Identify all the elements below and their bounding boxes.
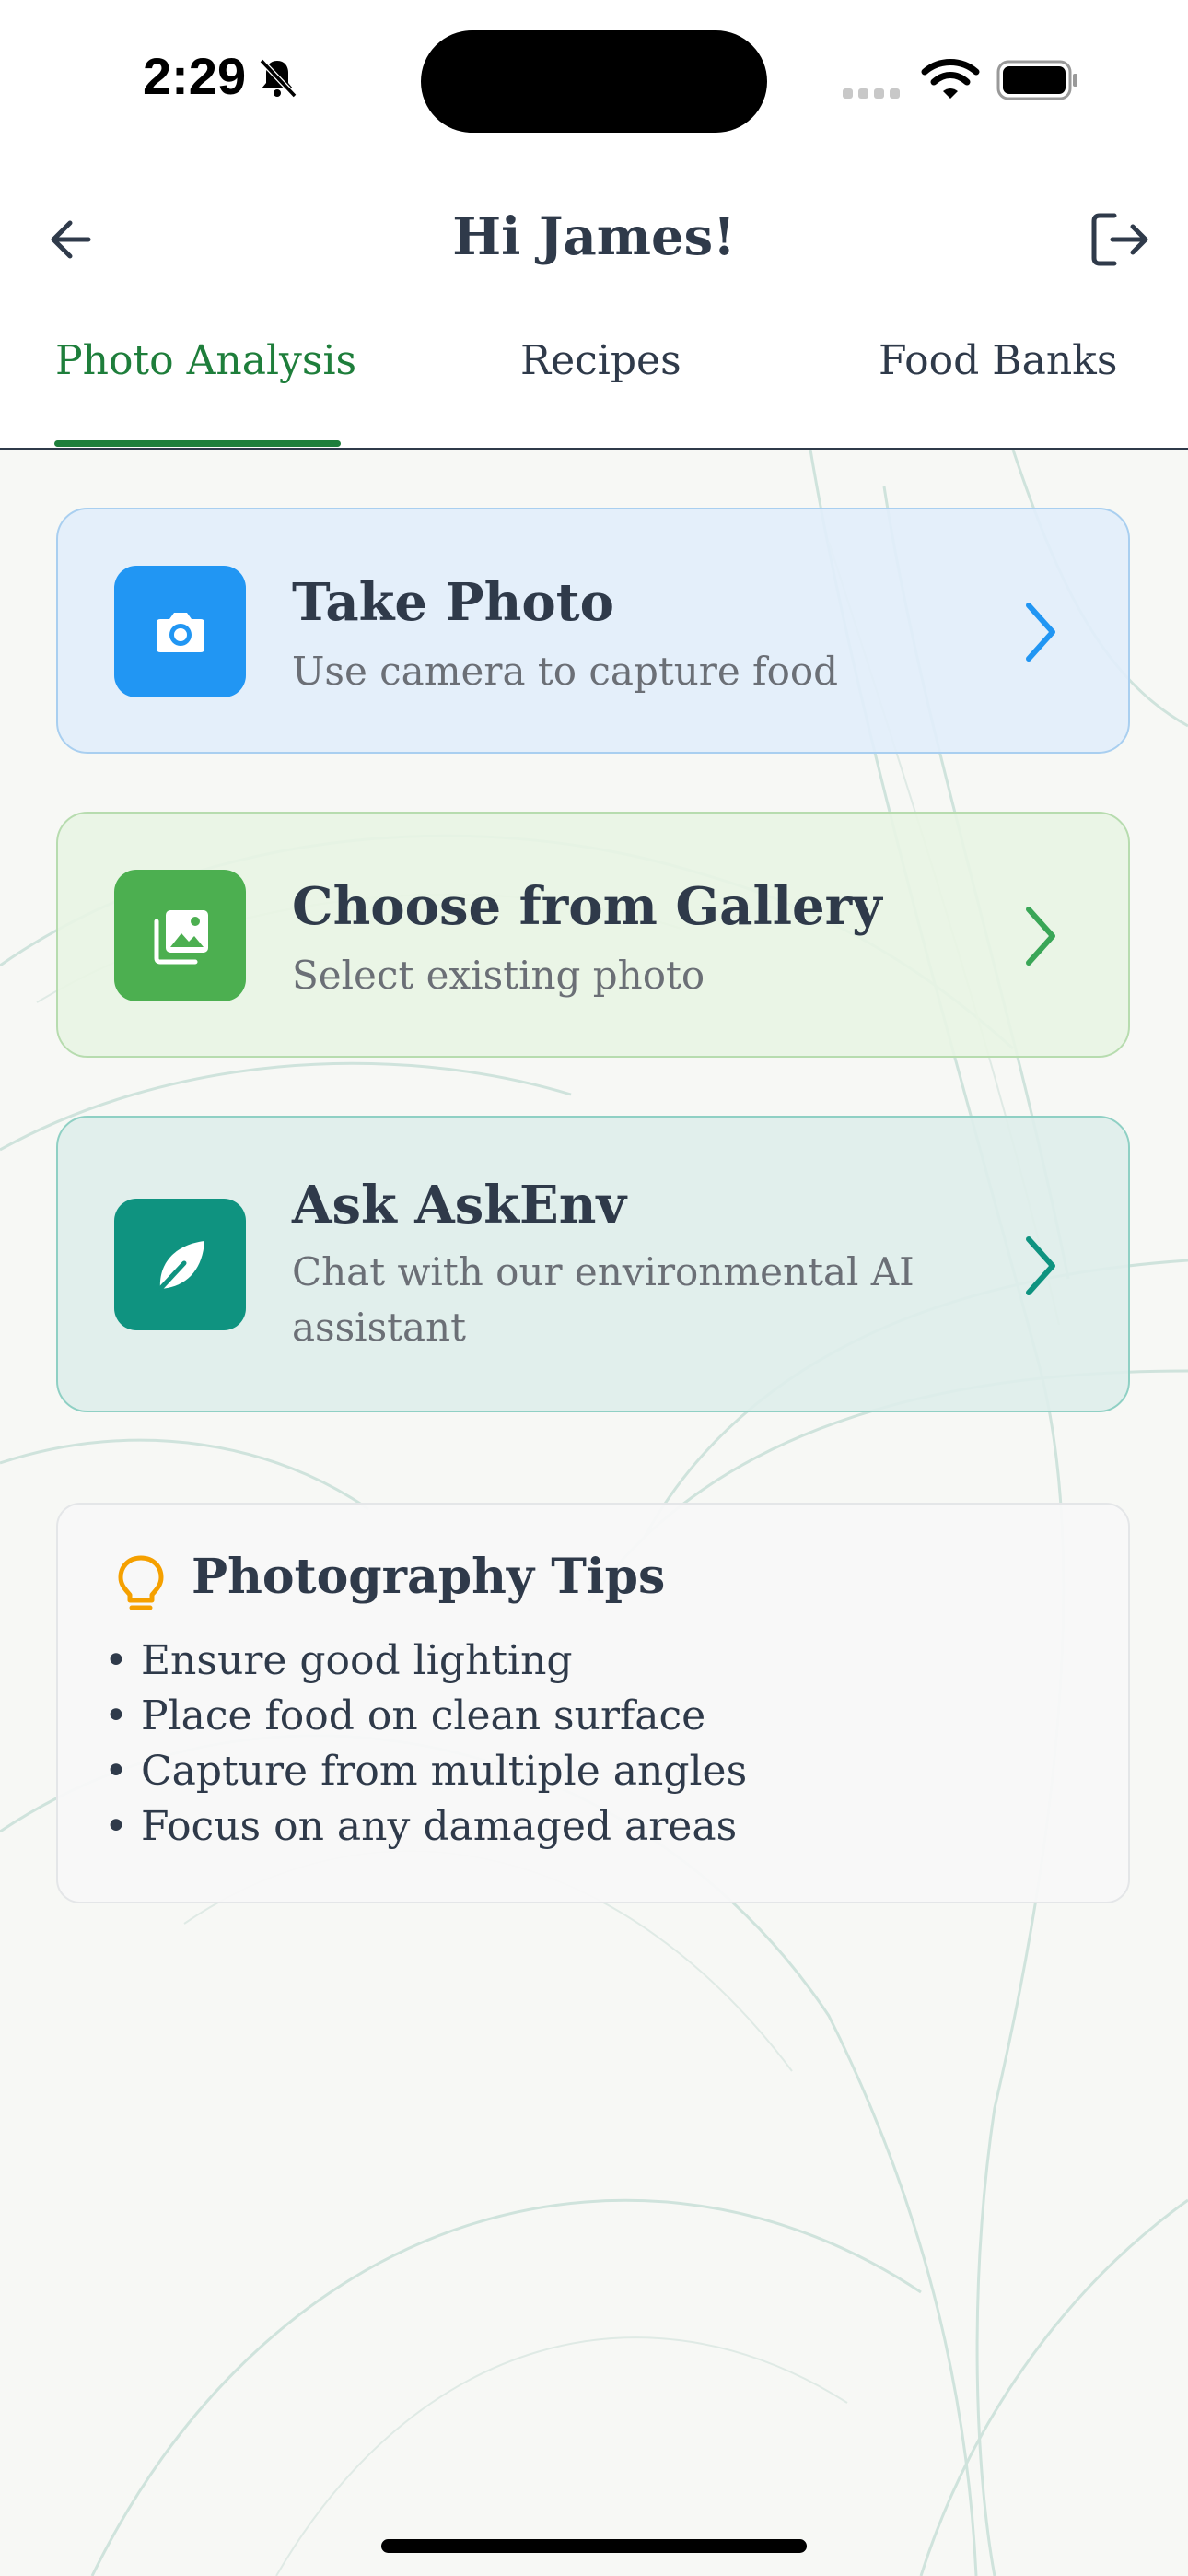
active-tab-indicator	[54, 440, 341, 447]
tab-food-banks[interactable]: Food Banks	[879, 341, 1117, 448]
chevron-right-icon	[1026, 1236, 1055, 1295]
take-photo-card[interactable]: Take Photo Use camera to capture food	[56, 508, 1130, 754]
gallery-icon	[154, 910, 208, 965]
chevron-right-icon	[1026, 907, 1055, 966]
tips-list: • Ensure good lighting • Place food on c…	[104, 1633, 747, 1855]
camera-icon	[157, 613, 204, 652]
ask-askenv-card[interactable]: Ask AskEnv Chat with our environmental A…	[56, 1116, 1130, 1412]
take-photo-title: Take Photo	[292, 572, 614, 633]
choose-gallery-title: Choose from Gallery	[292, 876, 882, 937]
choose-gallery-card[interactable]: Choose from Gallery Select existing phot…	[56, 812, 1130, 1058]
tip-item: • Focus on any damaged areas	[104, 1803, 738, 1850]
page-title: Hi James!	[452, 206, 736, 267]
app-header: Hi James! Photo Analysis Recipes Food Ba…	[0, 166, 1188, 450]
tip-item: • Ensure good lighting	[104, 1637, 573, 1684]
dynamic-island	[421, 30, 767, 133]
tab-bar: Photo Analysis Recipes Food Banks	[0, 341, 1188, 448]
tab-recipes[interactable]: Recipes	[520, 341, 681, 448]
photography-tips-panel: Photography Tips • Ensure good lighting …	[56, 1503, 1130, 1903]
take-photo-subtitle: Use camera to capture food	[292, 649, 839, 694]
wifi-icon	[921, 59, 980, 99]
take-photo-icon-tile	[114, 566, 246, 697]
tab-divider	[0, 448, 1188, 450]
battery-icon	[996, 60, 1077, 100]
ask-askenv-subtitle: Chat with our environmental AI assistant	[292, 1249, 914, 1350]
tip-item: • Place food on clean surface	[104, 1692, 706, 1739]
ask-askenv-title: Ask AskEnv	[292, 1175, 626, 1235]
tab-photo-analysis[interactable]: Photo Analysis	[55, 341, 356, 448]
bell-muted-icon	[259, 58, 297, 99]
chevron-right-icon	[1026, 603, 1055, 662]
status-time: 2:29	[143, 47, 247, 105]
tips-title: Photography Tips	[192, 1549, 666, 1605]
leaf-icon	[157, 1241, 204, 1292]
home-indicator[interactable]	[381, 2539, 807, 2553]
signal-icon	[843, 85, 905, 102]
status-bar: 2:29	[0, 0, 1188, 166]
logout-icon[interactable]	[1087, 206, 1153, 273]
lightbulb-icon	[118, 1555, 164, 1610]
choose-gallery-subtitle: Select existing photo	[292, 953, 705, 998]
tip-item: • Capture from multiple angles	[104, 1748, 748, 1795]
ask-icon-tile	[114, 1199, 246, 1330]
gallery-icon-tile	[114, 870, 246, 1001]
